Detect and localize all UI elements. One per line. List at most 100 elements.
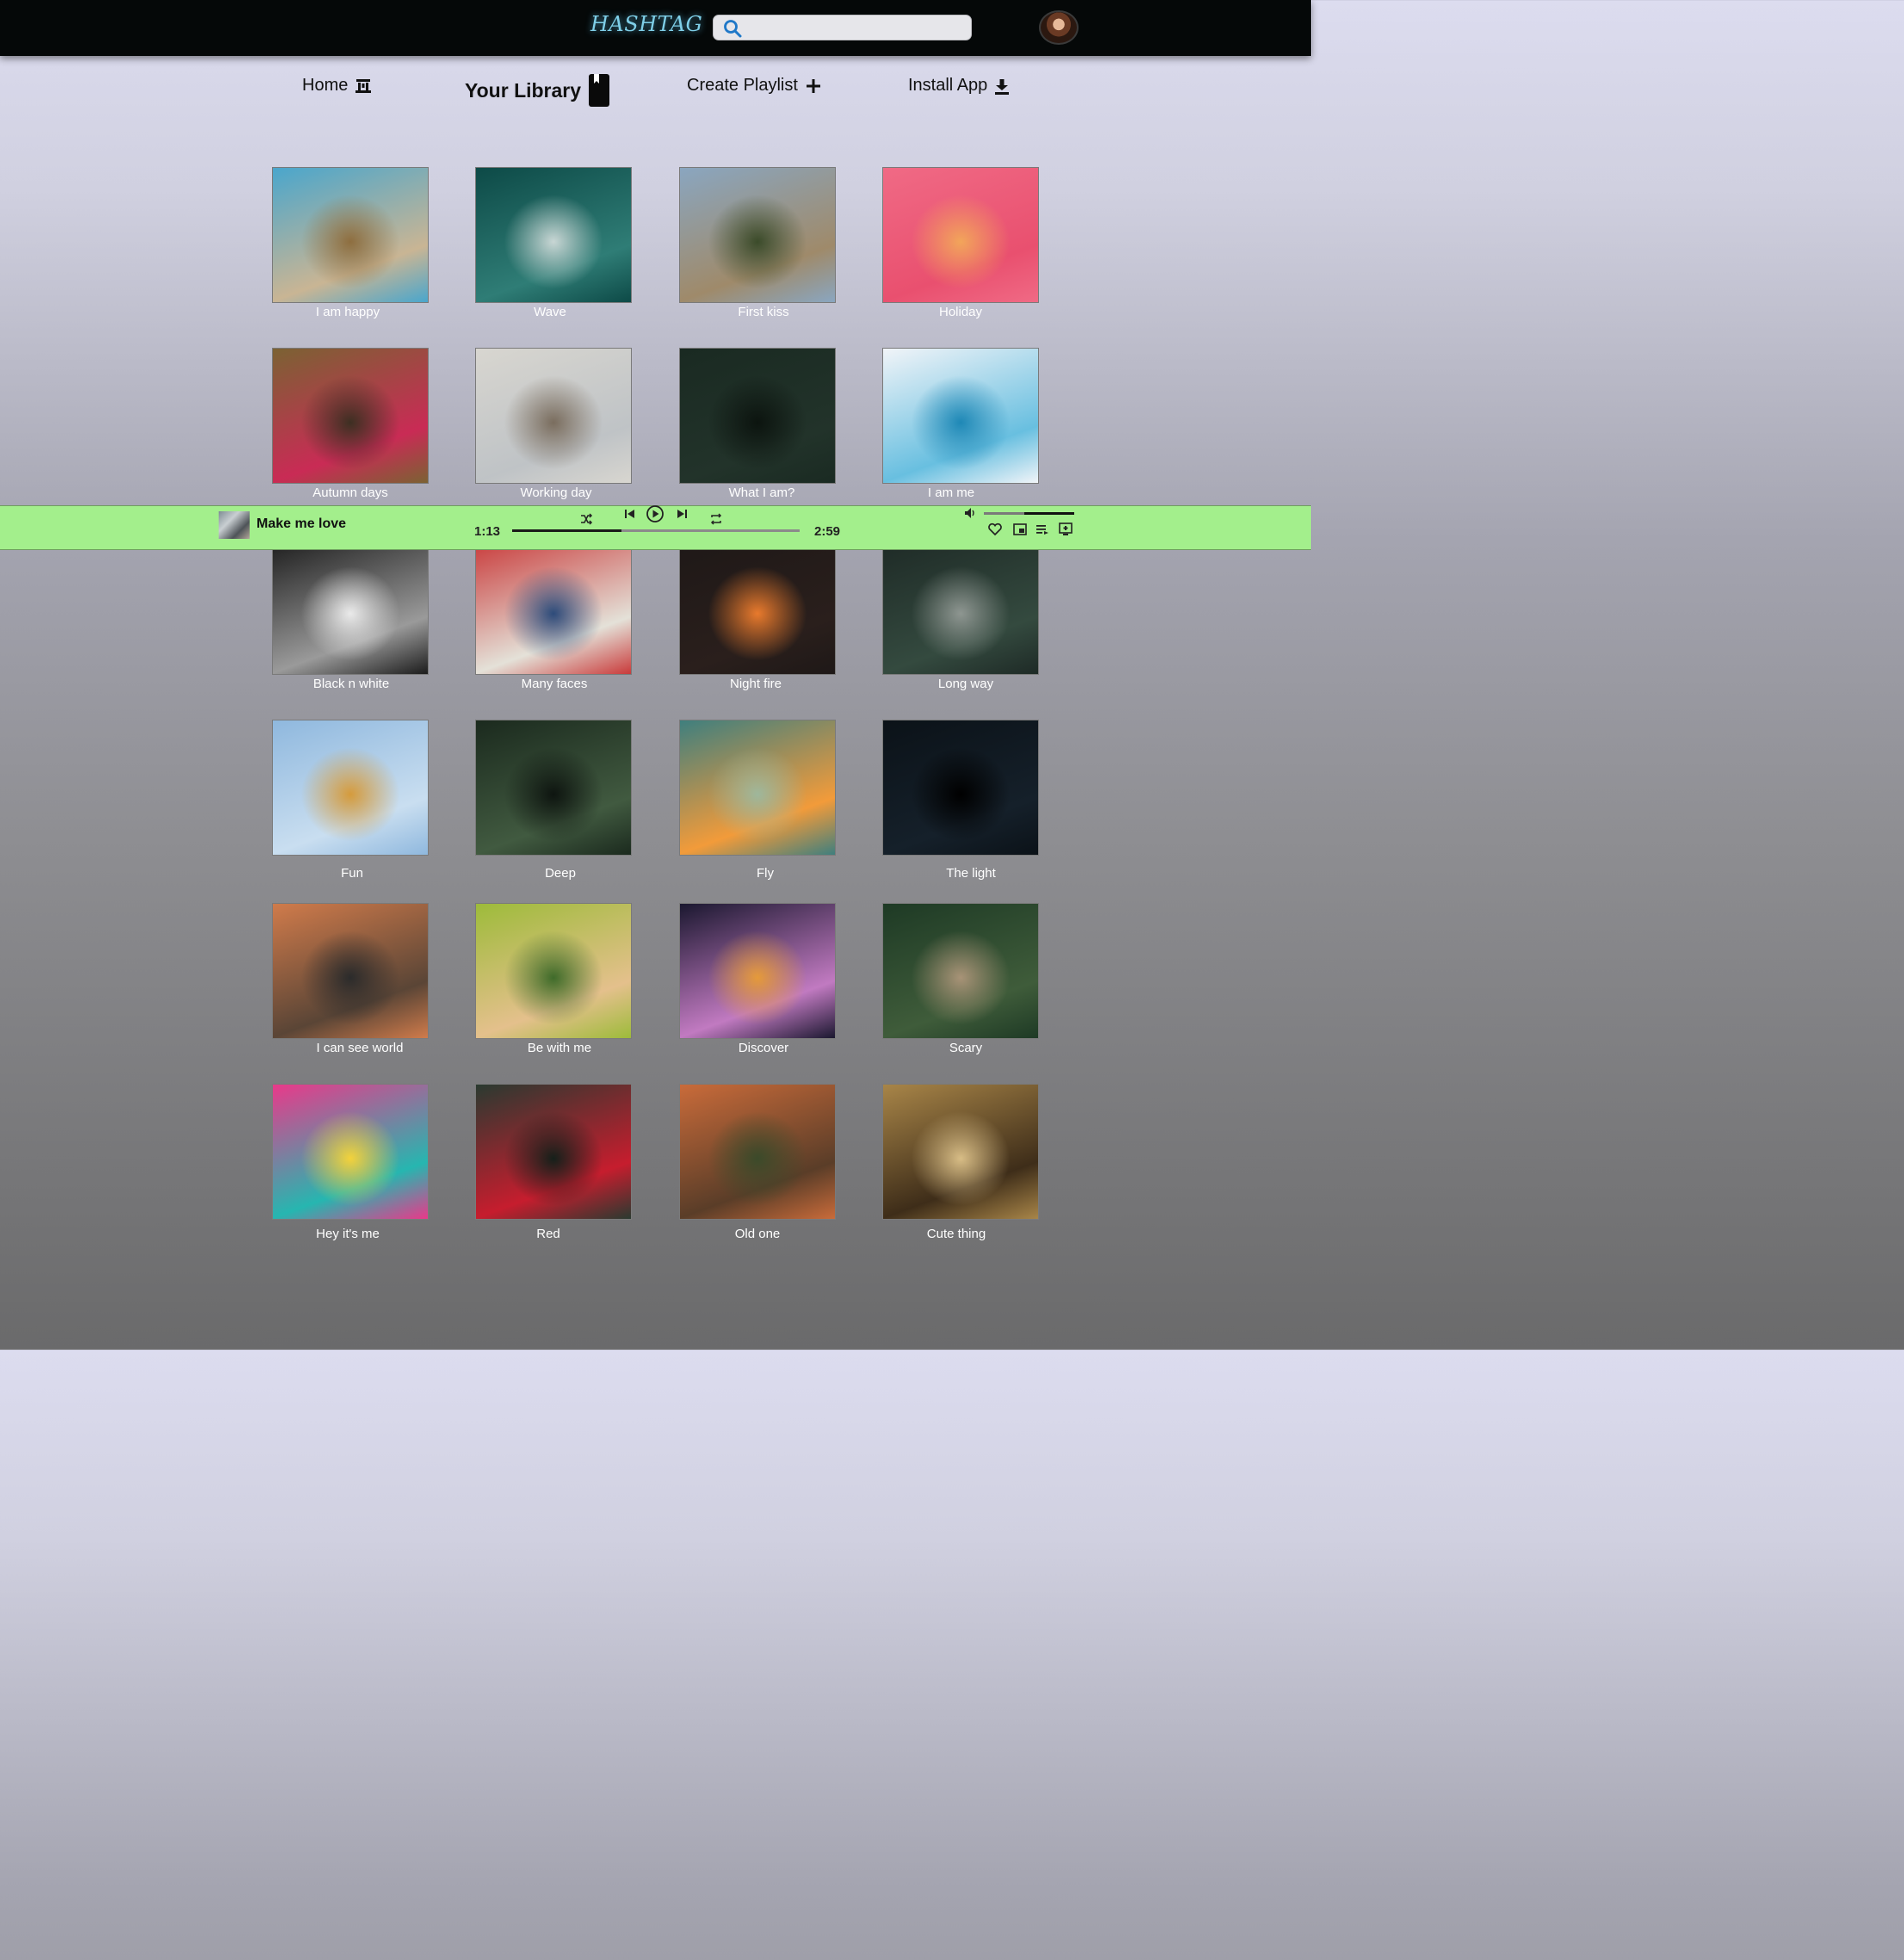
playlist-cover-image[interactable] <box>475 720 632 856</box>
playlist-title: Night fire <box>729 677 782 691</box>
playlist-title: Old one <box>734 1227 781 1241</box>
playlist-card[interactable]: What I am? <box>679 348 836 500</box>
elapsed-time: 1:13 <box>474 524 501 539</box>
nav-home[interactable]: Home <box>302 76 372 96</box>
playlist-cover-image[interactable] <box>882 1084 1039 1220</box>
previous-track-icon[interactable] <box>623 507 637 521</box>
playlist-card[interactable]: Long way <box>882 539 1039 691</box>
playlist-cover-image[interactable] <box>272 348 429 484</box>
playlist-title: First kiss <box>738 305 789 319</box>
playlist-title: Deep <box>545 866 576 881</box>
total-duration: 2:59 <box>814 524 841 539</box>
playlist-title: Working day <box>520 485 592 500</box>
playlist-cover-image[interactable] <box>272 167 429 303</box>
playlist-card[interactable]: The light <box>882 720 1039 881</box>
library-icon <box>589 74 610 107</box>
top-bar: HASHTAG <box>0 0 1311 56</box>
playlist-cover-image[interactable] <box>882 348 1039 484</box>
nav-install-app[interactable]: Install App <box>908 76 1010 96</box>
nav-home-label: Home <box>302 76 349 95</box>
playlist-cover-image[interactable] <box>475 1084 632 1220</box>
playlist-card[interactable]: Be with me <box>475 903 632 1055</box>
playlist-cover-image[interactable] <box>475 903 632 1039</box>
play-icon[interactable] <box>646 504 665 523</box>
playlist-card[interactable]: Autumn days <box>272 348 429 500</box>
playlist-title: Holiday <box>938 305 983 319</box>
playlist-card[interactable]: Fun <box>272 720 429 881</box>
playlist-card[interactable]: Hey it's me <box>272 1084 429 1241</box>
playlist-card[interactable]: Scary <box>882 903 1039 1055</box>
playlist-title: Cute thing <box>926 1227 986 1241</box>
playlist-cover-image[interactable] <box>272 720 429 856</box>
playlist-card[interactable]: First kiss <box>679 167 836 319</box>
search-bar[interactable] <box>713 15 972 40</box>
playlist-title: What I am? <box>728 485 795 500</box>
plus-icon <box>806 78 820 93</box>
volume-icon[interactable] <box>964 507 977 519</box>
playlist-card[interactable]: Wave <box>475 167 632 319</box>
playlist-card[interactable]: Old one <box>679 1084 836 1241</box>
playlist-cover-image[interactable] <box>475 539 632 675</box>
nav-create-playlist-label: Create Playlist <box>687 76 798 95</box>
playlist-title: Autumn days <box>312 485 388 500</box>
playlist-card[interactable]: Cute thing <box>882 1084 1039 1241</box>
mini-player-icon[interactable] <box>1013 523 1027 535</box>
playlist-title: The light <box>946 866 996 881</box>
player-bar: Make me love 1:13 2:59 <box>0 505 1311 550</box>
playlist-cover-image[interactable] <box>475 167 632 303</box>
playlist-cover-image[interactable] <box>679 903 836 1039</box>
playlist-title: I am me <box>927 485 975 500</box>
heart-icon[interactable] <box>987 522 1003 536</box>
now-playing-title[interactable]: Make me love <box>257 516 346 532</box>
playlist-title: Long way <box>937 677 994 691</box>
playlist-title: Red <box>536 1227 560 1241</box>
search-icon[interactable] <box>722 19 743 38</box>
playlist-cover-image[interactable] <box>882 903 1039 1039</box>
now-playing-thumbnail[interactable] <box>219 511 250 539</box>
playlist-card[interactable]: Fly <box>679 720 836 881</box>
playlist-title: Hey it's me <box>316 1227 380 1241</box>
repeat-icon[interactable] <box>709 512 723 526</box>
playlist-cover-image[interactable] <box>475 348 632 484</box>
playlist-card[interactable]: Black n white <box>272 539 429 691</box>
user-avatar[interactable] <box>1039 10 1079 45</box>
queue-icon[interactable] <box>1035 523 1049 535</box>
playlist-cover-image[interactable] <box>272 903 429 1039</box>
playlist-card[interactable]: Night fire <box>679 539 836 691</box>
nav-create-playlist[interactable]: Create Playlist <box>687 76 822 96</box>
playlist-cover-image[interactable] <box>882 167 1039 303</box>
playlist-card[interactable]: Working day <box>475 348 632 500</box>
playlist-card[interactable]: Red <box>475 1084 632 1241</box>
playlist-cover-image[interactable] <box>272 1084 429 1220</box>
app-logo[interactable]: HASHTAG <box>590 12 702 36</box>
playlist-cover-image[interactable] <box>882 720 1039 856</box>
home-icon <box>355 78 372 93</box>
playlist-cover-image[interactable] <box>679 167 836 303</box>
playlist-cover-image[interactable] <box>679 539 836 675</box>
playlist-title: Fly <box>757 866 774 881</box>
volume-slider[interactable] <box>984 512 1074 515</box>
playlist-title: Be with me <box>527 1041 592 1055</box>
playlist-card[interactable]: Many faces <box>475 539 632 691</box>
download-icon <box>995 78 1010 95</box>
playlist-cover-image[interactable] <box>679 720 836 856</box>
playlist-card[interactable]: Holiday <box>882 167 1039 319</box>
playlist-cover-image[interactable] <box>679 1084 836 1220</box>
progress-bar[interactable] <box>512 529 800 532</box>
playlist-card[interactable]: Deep <box>475 720 632 881</box>
nav-library-label: Your Library <box>465 78 582 102</box>
playlist-cover-image[interactable] <box>679 348 836 484</box>
playlist-cover-image[interactable] <box>272 539 429 675</box>
search-input[interactable] <box>748 18 963 37</box>
playlist-card[interactable]: I am happy <box>272 167 429 319</box>
shuffle-icon[interactable] <box>579 513 593 525</box>
connect-device-icon[interactable] <box>1059 522 1073 536</box>
playlist-card[interactable]: Discover <box>679 903 836 1055</box>
playlist-title: Black n white <box>312 677 390 691</box>
nav-your-library[interactable]: Your Library <box>465 73 610 108</box>
playlist-card[interactable]: I can see world <box>272 903 429 1055</box>
playlist-cover-image[interactable] <box>882 539 1039 675</box>
playlist-card[interactable]: I am me <box>882 348 1039 500</box>
playlist-title: Wave <box>534 305 566 319</box>
next-track-icon[interactable] <box>675 507 689 521</box>
